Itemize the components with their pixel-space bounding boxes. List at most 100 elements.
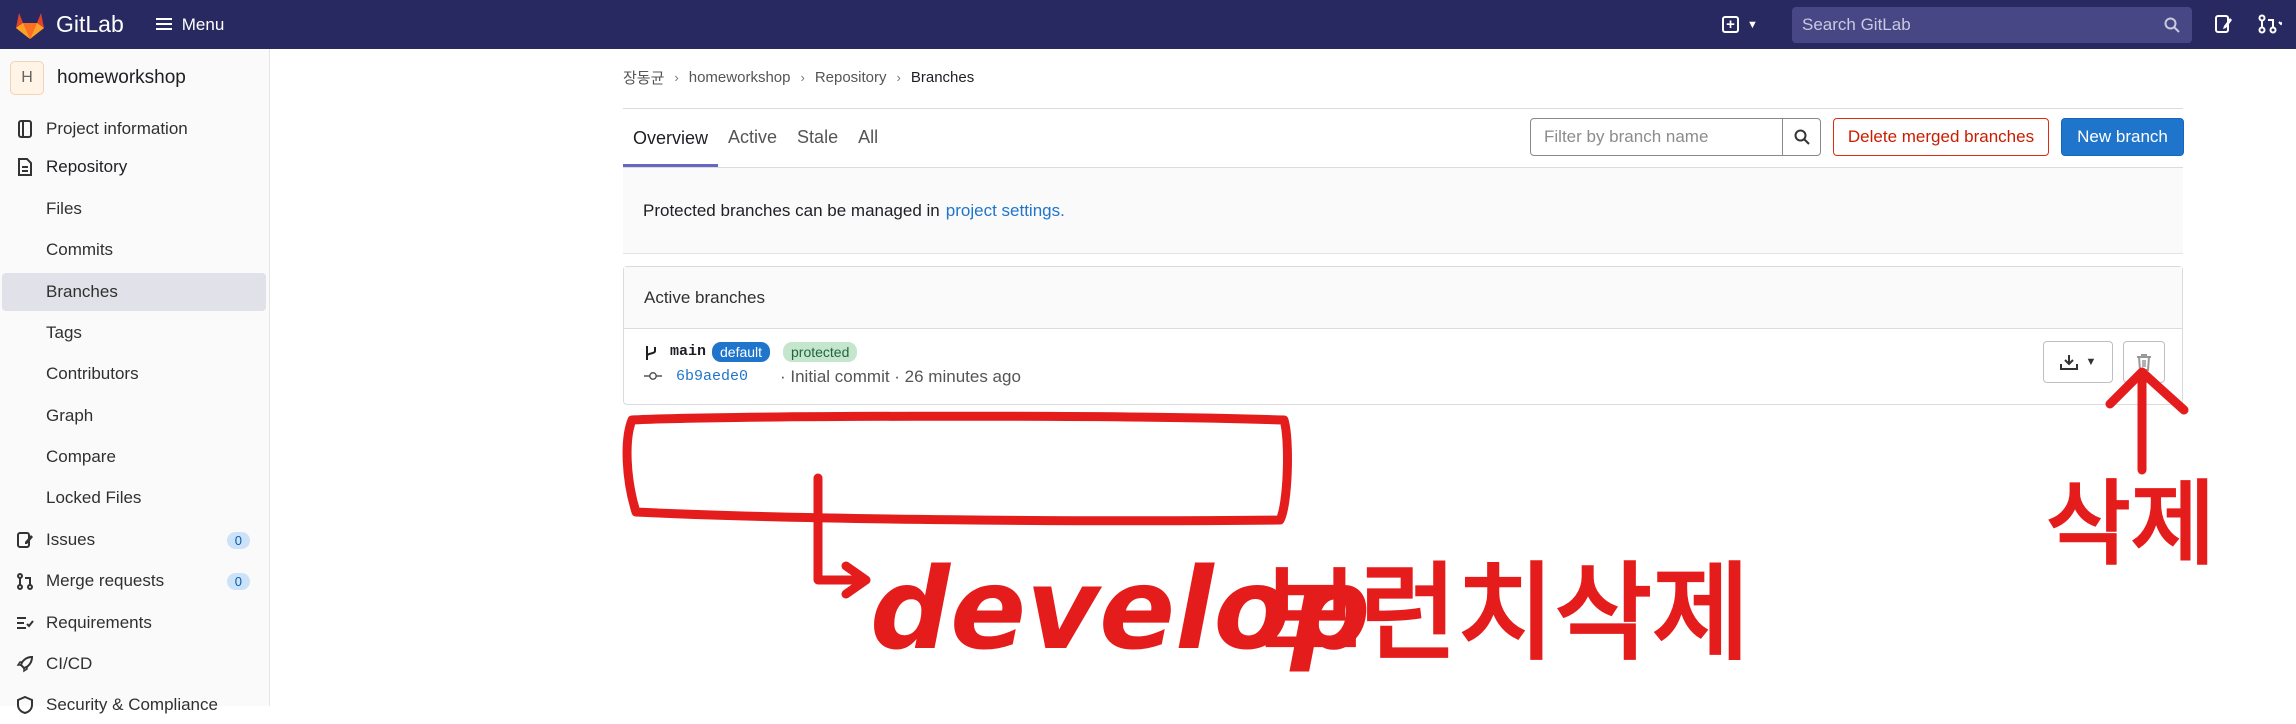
chevron-right-icon: › [674, 70, 679, 85]
sidebar-item-label: CI/CD [46, 654, 93, 673]
sidebar-item-security-compliance[interactable]: Security & Compliance [0, 686, 266, 724]
protected-branches-info: Protected branches can be managed in pro… [623, 168, 2183, 254]
breadcrumb-repository[interactable]: Repository [815, 69, 887, 86]
chevron-right-icon: › [800, 70, 805, 85]
download-icon [2059, 355, 2078, 370]
download-button[interactable]: ▼ [2043, 341, 2113, 383]
project-avatar: H [10, 61, 44, 95]
sidebar-item-label: Security & Compliance [46, 695, 218, 714]
sidebar-item-requirements[interactable]: Requirements [0, 604, 266, 642]
active-branches-panel: Active branches main default protected 6… [623, 266, 2183, 405]
merge-request-shortcut-icon[interactable] [2258, 14, 2282, 34]
sidebar: H homeworkshop Project information Repos… [0, 49, 270, 714]
sidebar-item-files[interactable]: Files [0, 190, 266, 228]
trash-icon [2137, 354, 2151, 371]
issues-icon [15, 530, 35, 550]
sidebar-item-label: Files [46, 199, 82, 218]
sidebar-item-label: Issues [46, 530, 96, 549]
doc-icon [15, 157, 35, 177]
sidebar-item-graph[interactable]: Graph [0, 397, 266, 435]
sidebar-item-compare[interactable]: Compare [0, 438, 266, 476]
brand-name: GitLab [56, 11, 124, 37]
breadcrumb-project[interactable]: homeworkshop [689, 69, 791, 86]
sidebar-item-tags[interactable]: Tags [0, 314, 266, 352]
sidebar-item-label: Tags [46, 323, 82, 342]
sidebar-item-label: Merge requests [46, 571, 165, 590]
chevron-down-icon: ▼ [1747, 18, 1758, 31]
sidebar-item-label: Repository [46, 157, 128, 176]
merge-requests-count-badge: 0 [226, 572, 250, 590]
requirements-icon [15, 613, 35, 633]
tab-all[interactable]: All [848, 109, 888, 165]
delete-branch-button[interactable] [2123, 341, 2165, 383]
search-box[interactable]: Search GitLab [1792, 7, 2192, 43]
sidebar-item-label: Compare [46, 447, 116, 466]
branch-name-link[interactable]: main [670, 343, 706, 360]
sidebar-item-label: Branches [46, 282, 118, 301]
filter-search-button[interactable] [1782, 119, 1820, 155]
branch-icon [646, 346, 656, 360]
rocket-icon [15, 654, 35, 674]
tab-overview[interactable]: Overview [623, 109, 719, 167]
hamburger-icon [155, 18, 172, 31]
new-branch-button[interactable]: New branch [2061, 118, 2184, 156]
sidebar-item-locked-files[interactable]: Locked Files [0, 479, 266, 517]
annotation-rectangle [622, 411, 1292, 526]
commit-sha-link[interactable]: 6b9aede0 [676, 368, 748, 385]
issues-count-badge: 0 [226, 531, 250, 549]
branch-row: main default protected 6b9aede0 · Initia… [624, 329, 2182, 405]
sidebar-item-repository[interactable]: Repository [0, 148, 266, 186]
sidebar-item-label: Locked Files [46, 488, 142, 507]
sidebar-item-label: Commits [46, 240, 114, 259]
sidebar-item-project-information[interactable]: Project information [0, 110, 266, 148]
issues-shortcut-icon[interactable] [2214, 14, 2234, 34]
chevron-right-icon: › [896, 70, 901, 85]
breadcrumb: 장동균 › homeworkshop › Repository › Branch… [623, 67, 984, 88]
annotation-delete-text: 삭제 [2046, 471, 2215, 578]
plus-square-icon: + [1722, 16, 1739, 33]
commit-icon [644, 372, 662, 380]
create-new-button[interactable]: + ▼ [1722, 16, 1758, 33]
sidebar-item-ci-cd[interactable]: CI/CD [0, 645, 266, 683]
sidebar-item-branches[interactable]: Branches [2, 273, 266, 311]
breadcrumb-branches[interactable]: Branches [911, 69, 974, 86]
default-badge: default [712, 342, 771, 362]
tab-active[interactable]: Active [718, 109, 787, 165]
sidebar-item-label: Contributors [46, 364, 139, 383]
sidebar-item-label: Requirements [46, 613, 152, 632]
shield-icon [15, 695, 35, 715]
info-text: Protected branches can be managed in [643, 200, 940, 220]
filter-branch-input[interactable]: Filter by branch name [1531, 119, 1782, 155]
sidebar-item-label: Project information [46, 119, 188, 138]
annotation-arrow-left [813, 473, 871, 599]
search-input[interactable]: Search GitLab [1802, 15, 2164, 35]
menu-label: Menu [181, 14, 225, 34]
sidebar-project-header[interactable]: H homeworkshop [0, 49, 269, 107]
delete-merged-branches-button[interactable]: Delete merged branches [1833, 118, 2049, 156]
annotation-branch-delete-text: 브런치삭제 [1262, 552, 1750, 675]
sidebar-item-merge-requests[interactable]: Merge requests 0 [0, 562, 266, 600]
branch-filter: Filter by branch name [1530, 118, 1821, 156]
project-name: homeworkshop [57, 67, 186, 88]
gitlab-tanuki-icon [16, 12, 44, 39]
commit-message: · Initial commit · 26 minutes ago [780, 367, 1021, 386]
menu-button[interactable]: Menu [155, 14, 225, 35]
sidebar-item-label: Graph [46, 406, 94, 425]
sidebar-item-commits[interactable]: Commits [0, 231, 266, 269]
tab-stale[interactable]: Stale [787, 109, 848, 165]
top-navbar: GitLab Menu + ▼ Search GitLab [0, 0, 2296, 49]
search-icon [2164, 17, 2180, 33]
gitlab-logo[interactable]: GitLab [14, 10, 124, 40]
panel-title: Active branches [624, 267, 2182, 329]
top-right-controls: + ▼ [1722, 0, 1758, 49]
protected-badge: protected [783, 342, 858, 362]
book-icon [15, 119, 35, 139]
breadcrumb-owner[interactable]: 장동균 [623, 67, 664, 88]
search-icon [1794, 129, 1810, 145]
sidebar-item-issues[interactable]: Issues 0 [0, 521, 266, 559]
chevron-down-icon: ▼ [2085, 356, 2097, 368]
project-settings-link[interactable]: project settings. [946, 201, 1065, 221]
merge-request-icon [15, 571, 35, 591]
branch-tabs: Overview Active Stale All [623, 109, 888, 167]
sidebar-item-contributors[interactable]: Contributors [0, 355, 266, 393]
